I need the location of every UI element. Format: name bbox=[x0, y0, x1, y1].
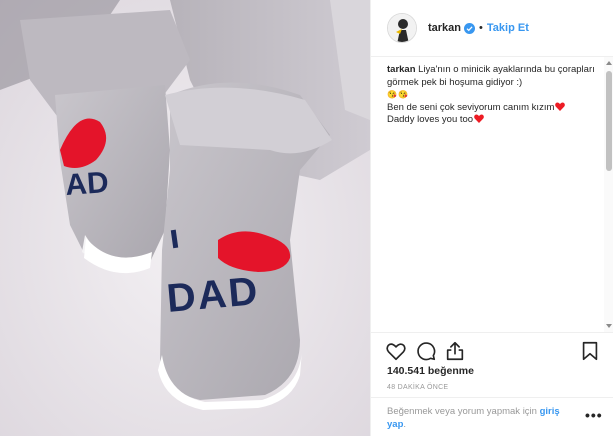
scroll-up-arrow-icon[interactable] bbox=[606, 61, 612, 65]
login-prefix: Beğenmek veya yorum yapmak için bbox=[387, 406, 540, 417]
avatar[interactable] bbox=[387, 13, 417, 43]
caption-faces: 😘😘 bbox=[387, 90, 409, 99]
more-options-icon[interactable]: ••• bbox=[585, 408, 603, 422]
caption-line-2: Ben de seni çok seviyorum canım kızım bbox=[387, 101, 555, 113]
heart-icon[interactable] bbox=[385, 340, 407, 362]
login-prompt: Beğenmek veya yorum yapmak için giriş ya… bbox=[371, 397, 613, 436]
socks-photo: AD DAD bbox=[0, 0, 370, 436]
likes-count[interactable]: 140.541 beğenme bbox=[387, 365, 474, 377]
sock-text-right: DAD bbox=[165, 269, 261, 321]
caption-line-2-row: Ben de seni çok seviyorum canım kızım bbox=[387, 102, 601, 115]
post-time[interactable]: 48 DAKİKA ÖNCE bbox=[387, 384, 448, 391]
caption-line-3: Daddy loves you too bbox=[387, 114, 474, 125]
caption-text: tarkan Liya'nın o minicik ayaklarında bu… bbox=[387, 64, 601, 89]
scroll-thumb[interactable] bbox=[606, 71, 612, 171]
red-heart-icon bbox=[555, 101, 566, 111]
bookmark-icon[interactable] bbox=[579, 340, 601, 362]
caption-line-3-row: Daddy loves you too bbox=[387, 114, 601, 127]
header-separator: • bbox=[479, 22, 483, 34]
post-actions: 140.541 beğenme 48 DAKİKA ÖNCE Beğenmek … bbox=[371, 332, 613, 436]
caption: tarkan Liya'nın o minicik ayaklarında bu… bbox=[387, 64, 601, 332]
login-text: Beğenmek veya yorum yapmak için giriş ya… bbox=[387, 406, 577, 431]
share-icon[interactable] bbox=[444, 340, 466, 362]
comments-scrollbar[interactable] bbox=[604, 57, 613, 332]
username[interactable]: tarkan bbox=[428, 22, 461, 34]
red-heart-icon bbox=[474, 114, 484, 123]
post-header: tarkan • Takip Et bbox=[371, 0, 613, 57]
follow-button[interactable]: Takip Et bbox=[487, 22, 529, 34]
verified-badge-icon bbox=[464, 22, 476, 34]
post-side-panel: tarkan • Takip Et tarkan Liya'nın o mini… bbox=[370, 0, 613, 436]
sock-text-left: AD bbox=[64, 166, 110, 202]
login-suffix: . bbox=[403, 418, 407, 430]
caption-username[interactable]: tarkan bbox=[387, 64, 416, 75]
post-photo[interactable]: AD DAD bbox=[0, 0, 370, 436]
comment-icon[interactable] bbox=[415, 340, 437, 362]
scroll-down-arrow-icon[interactable] bbox=[606, 324, 612, 328]
avatar-image bbox=[388, 14, 416, 42]
caption-line-1: Liya'nın o minicik ayaklarında bu çorapl… bbox=[387, 64, 595, 88]
